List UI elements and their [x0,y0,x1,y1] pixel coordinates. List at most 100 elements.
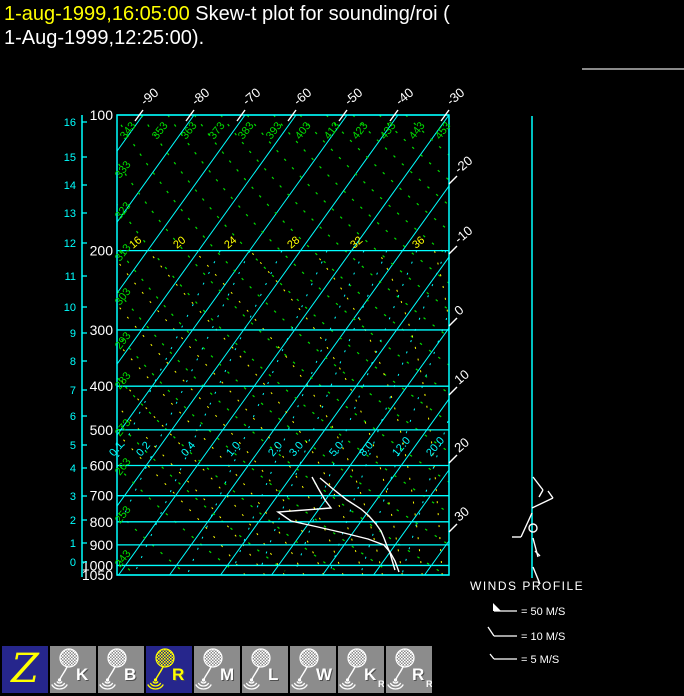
mixing-label: 2.0 [266,439,285,458]
button-label: K [364,665,377,684]
ground-waves [387,681,404,690]
moist-label: 24 [222,234,239,251]
dewpoint-trace [275,476,400,573]
right-temp-label: 30 [451,504,472,525]
button-label: B [124,665,136,684]
dry-adiabat-343 [117,117,449,453]
height-label-16: 16 [64,117,76,129]
moist-adiabat-36 [433,250,449,326]
right-temp-label-group: 0 [451,302,466,318]
moist-label-group: 20 [171,234,188,251]
moist-label: 20 [171,234,188,251]
adiabat-label: 353 [150,120,171,142]
toolbar-button-sounding-b[interactable]: B B [98,646,144,693]
adiabat-label-top-group: 373 [207,120,228,142]
adiabat-label: 333 [113,159,134,181]
ground-waves [243,681,260,690]
ground-waves [147,681,164,690]
mixing-labels: 0.1 0.2 0.4 1.0 2.0 3.0 5.0 8.0 12.0 20.0 [107,435,447,459]
balloon-icon: L L [243,648,279,690]
toolbar-button-sounding-k[interactable]: K K [50,646,96,693]
balloon-sonde [297,678,302,682]
mixing-ratio-2 [231,250,365,573]
ground-waves [99,681,116,690]
balloon-string [251,666,260,680]
right-temp-label: 10 [451,367,472,388]
winds-legend-label: = 5 M/S [521,654,559,666]
adiabat-label: 343 [118,120,139,142]
dry-adiabat-273 [117,420,286,572]
balloon-sonde [153,678,158,682]
mixing-label: 0.4 [179,439,198,458]
top-temp-label-group: -50 [341,85,365,109]
mixing-label-group: 12.0 [390,435,413,459]
toolbar-button-sounding-w[interactable]: W W [290,646,336,693]
adiabat-label-top-group: 403 [293,120,314,142]
isotherm-50 [527,115,684,575]
ground-waves [291,681,308,690]
isotherm--110 [0,115,41,575]
mixing-label-group: 0.2 [134,439,153,458]
mixing-label-group: 20.0 [424,435,447,459]
mixing-label: 0.2 [134,439,153,458]
mixing-label-group: 0.4 [179,439,198,458]
height-label-12: 12 [64,238,76,250]
balloon-icon: R R [147,648,185,690]
toolbar-button-sounding-r[interactable]: R R [146,646,192,693]
toolbar-button-z-logo[interactable]: Z [2,646,48,693]
adiabat-label-top-group: 363 [179,120,200,142]
pressure-label-100: 100 [90,107,114,123]
button-label: W [316,665,333,684]
mixing-label: 5.0 [327,439,346,458]
balloon-icon: K K [51,648,90,690]
z-logo-glyph: Z [9,646,40,692]
right-temp-label: -20 [451,153,475,177]
mixing-label: 12.0 [390,435,413,459]
top-temp-label-group: -70 [239,85,263,109]
isotherm-40 [476,115,684,575]
winds-legend-label: = 10 M/S [521,631,565,643]
moist-labels: 16 20 24 28 32 36 [127,234,427,251]
adiabat-label: 423 [350,120,371,142]
top-temp-label: -70 [239,85,263,109]
height-label-10: 10 [64,302,76,314]
mixing-label-group: 2.0 [266,439,285,458]
pressure-label-400: 400 [90,378,114,394]
balloon-string [347,666,356,680]
top-temp-label: -80 [188,85,212,109]
height-label-9: 9 [70,328,76,340]
mixing-label: 1.0 [224,439,243,458]
top-temp-label-group: -60 [290,85,314,109]
top-temp-label: -40 [392,85,416,109]
wind-barb-segment-2 [531,497,554,509]
pressure-label-800: 800 [90,514,114,530]
mixing-label-group: 5.0 [327,439,346,458]
balloon-icon: B B [99,648,137,690]
toolbar-button-sounding-l[interactable]: L L [242,646,288,693]
mixing-ratio-8 [329,250,447,573]
balloon-sonde [105,678,110,682]
height-label-11: 11 [65,271,76,283]
adiabat-label-left-group: 333 [113,159,134,181]
balloon-sonde [249,678,254,682]
dry-adiabat-393 [246,115,449,311]
toolbar-button-sounding-m[interactable]: M M [194,646,240,693]
dry-adiabat-283 [117,376,337,572]
full-barb-icon [487,626,495,637]
adiabat-label: 373 [207,120,228,142]
height-label-13: 13 [64,208,76,220]
adiabat-label-top-group: 423 [350,120,371,142]
right-temp-label-group: 20 [451,435,472,456]
right-temp-tick [448,317,458,327]
right-temp-label: 0 [451,302,466,318]
dry-adiabat-373 [193,115,449,366]
top-temp-label: -60 [290,85,314,109]
right-temp-label: -10 [451,223,475,247]
button-label: M [220,665,234,684]
toolbar-button-sounding-kr[interactable]: K K R [338,646,384,693]
adiabat-label: 263 [113,456,134,478]
isotherm--20 [169,185,449,575]
toolbar-button-sounding-rr[interactable]: R R R [386,646,432,693]
pressure-label-600: 600 [90,458,114,474]
adiabat-label: 243 [113,548,134,570]
